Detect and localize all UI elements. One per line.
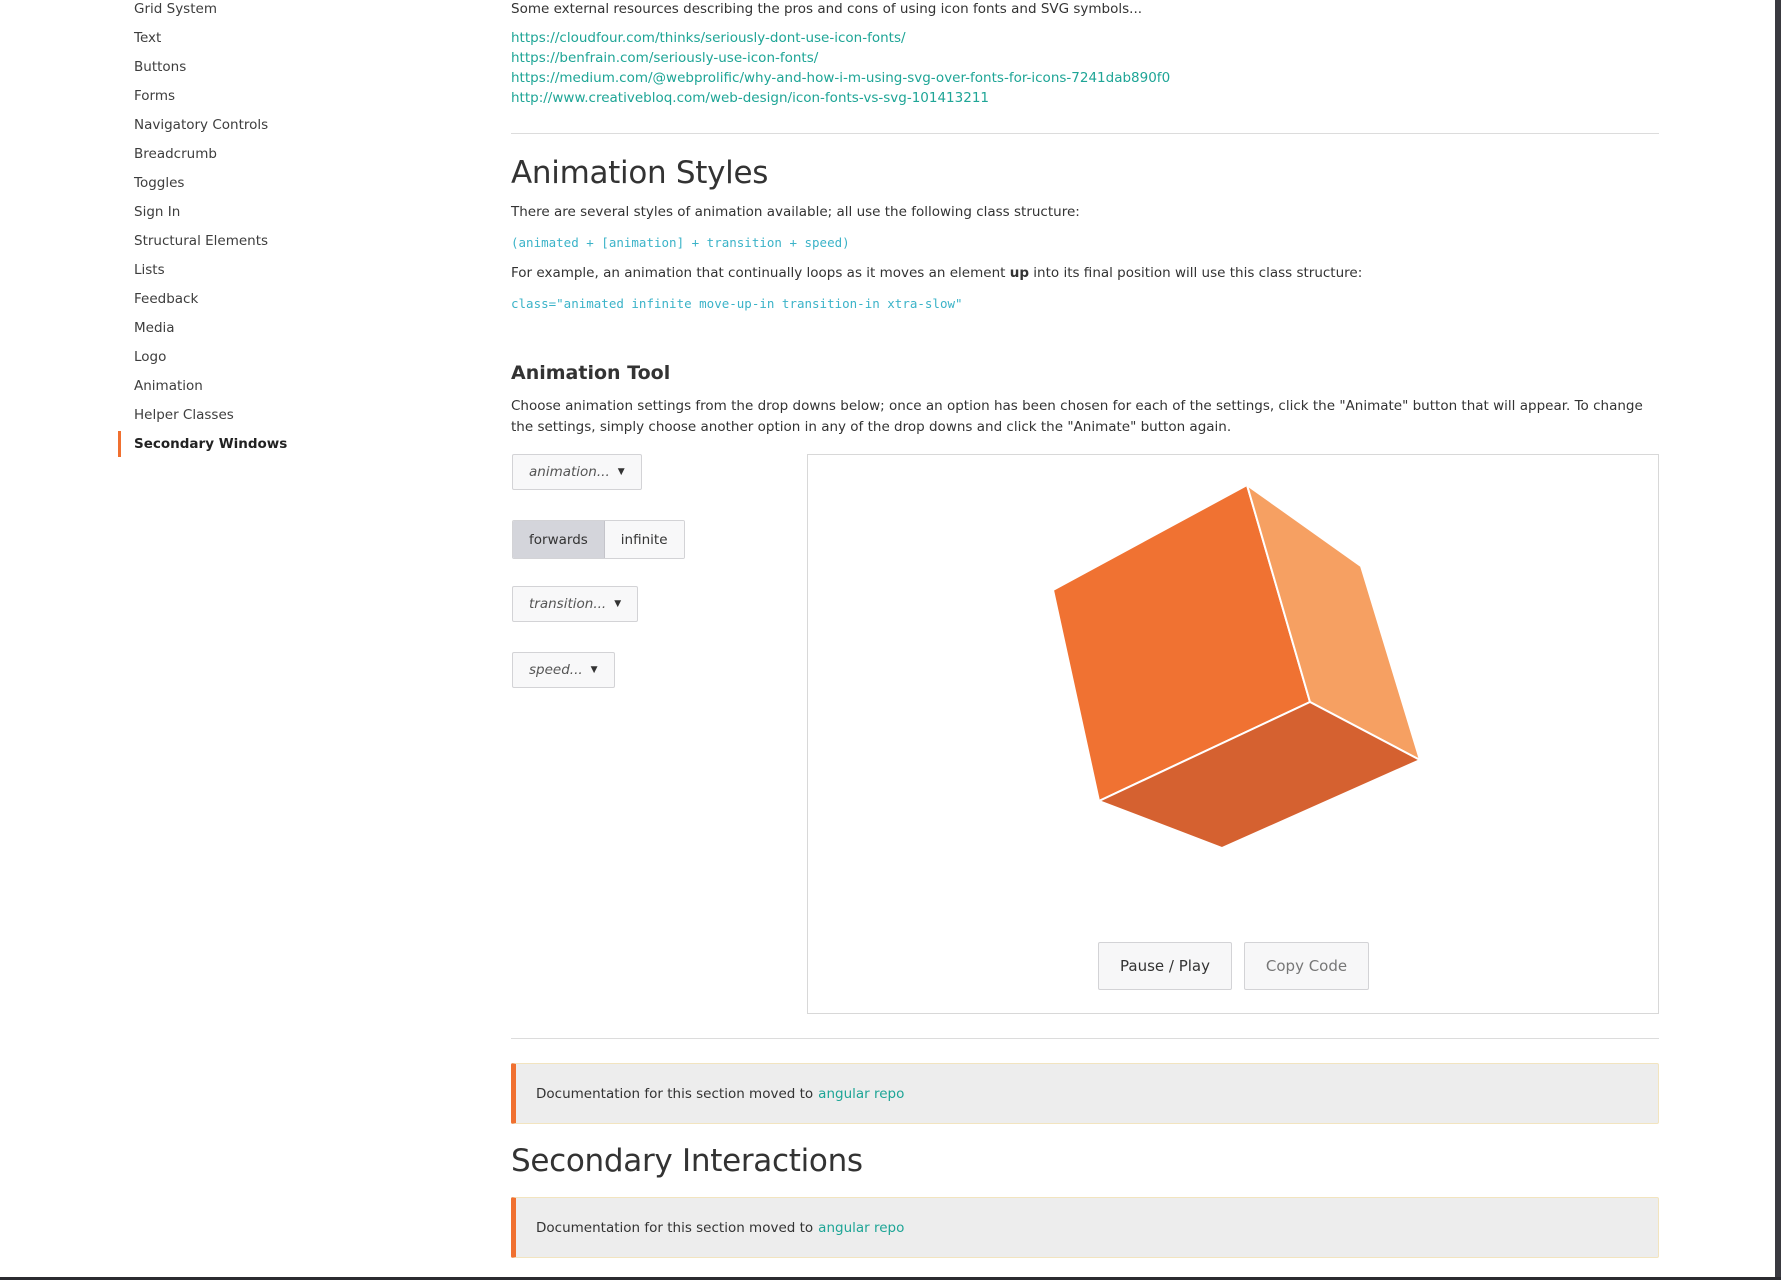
caret-down-icon: ▼ <box>590 665 598 675</box>
moved-notice: Documentation for this section moved to … <box>511 1197 1659 1258</box>
fill-mode-toggle: forwards infinite <box>512 520 685 559</box>
animation-tool-description: Choose animation settings from the drop … <box>511 398 1643 435</box>
animation-styles-intro: There are several styles of animation av… <box>511 204 1080 220</box>
transition-dropdown[interactable]: transition... ▼ <box>512 586 639 622</box>
sidebar-item-animation[interactable]: Animation <box>134 378 203 394</box>
resource-link[interactable]: https://cloudfour.com/thinks/seriously-d… <box>511 30 906 46</box>
sidebar-item-forms[interactable]: Forms <box>134 88 175 104</box>
animated-cube <box>1051 482 1423 850</box>
example-text-bold: up <box>1009 265 1029 281</box>
sidebar-item-secondary-windows[interactable]: Secondary Windows <box>134 436 287 452</box>
class-structure-code: (animated + [animation] + transition + s… <box>511 235 850 250</box>
resource-link[interactable]: https://medium.com/@webprolific/why-and-… <box>511 70 1170 86</box>
sidebar-item-helper-classes[interactable]: Helper Classes <box>134 407 234 423</box>
animation-example-text: For example, an animation that continual… <box>511 265 1362 281</box>
window-edge <box>1775 0 1781 1280</box>
sidebar-item-feedback[interactable]: Feedback <box>134 291 198 307</box>
moved-notice: Documentation for this section moved to … <box>511 1063 1659 1124</box>
resources-intro: Some external resources describing the p… <box>511 1 1143 17</box>
sidebar-item-lists[interactable]: Lists <box>134 262 165 278</box>
notice-text: Documentation for this section moved to <box>536 1219 814 1236</box>
angular-repo-link[interactable]: angular repo <box>818 1220 904 1236</box>
section-divider <box>511 133 1659 134</box>
sidebar-item-breadcrumb[interactable]: Breadcrumb <box>134 146 217 162</box>
sidebar-item-buttons[interactable]: Buttons <box>134 59 186 75</box>
animation-dropdown[interactable]: animation... ▼ <box>512 454 642 490</box>
example-text-before: For example, an animation that continual… <box>511 265 1010 281</box>
speed-dropdown-label: speed... <box>529 662 583 678</box>
section-divider <box>511 1038 1659 1039</box>
infinite-option[interactable]: infinite <box>604 521 684 558</box>
secondary-interactions-title: Secondary Interactions <box>511 1143 863 1179</box>
pause-play-button[interactable]: Pause / Play <box>1098 942 1232 990</box>
resource-link[interactable]: https://benfrain.com/seriously-use-icon-… <box>511 50 818 66</box>
copy-code-button[interactable]: Copy Code <box>1244 942 1369 990</box>
sidebar-item-media[interactable]: Media <box>134 320 175 336</box>
resource-link[interactable]: http://www.creativebloq.com/web-design/i… <box>511 90 989 106</box>
sidebar-item-grid-system[interactable]: Grid System <box>134 1 217 17</box>
animation-dropdown-label: animation... <box>529 464 610 480</box>
notice-text: Documentation for this section moved to <box>536 1085 814 1102</box>
example-class-code: class="animated infinite move-up-in tran… <box>511 296 963 311</box>
animation-styles-title: Animation Styles <box>511 155 769 191</box>
animation-tool-title: Animation Tool <box>511 362 671 384</box>
animation-preview-frame: Pause / Play Copy Code <box>807 454 1659 1014</box>
example-text-after: into its final position will use this cl… <box>1029 265 1363 281</box>
sidebar-item-toggles[interactable]: Toggles <box>134 175 184 191</box>
sidebar-item-logo[interactable]: Logo <box>134 349 166 365</box>
sidebar-item-text[interactable]: Text <box>134 30 161 46</box>
sidebar-item-structural-elements[interactable]: Structural Elements <box>134 233 268 249</box>
angular-repo-link[interactable]: angular repo <box>818 1086 904 1102</box>
forwards-option[interactable]: forwards <box>513 521 605 558</box>
active-item-indicator <box>118 431 121 457</box>
speed-dropdown[interactable]: speed... ▼ <box>512 652 615 688</box>
caret-down-icon: ▼ <box>617 467 625 477</box>
caret-down-icon: ▼ <box>614 599 622 609</box>
sidebar-item-sign-in[interactable]: Sign In <box>134 204 180 220</box>
transition-dropdown-label: transition... <box>529 596 607 612</box>
sidebar-item-navigatory-controls[interactable]: Navigatory Controls <box>134 117 268 133</box>
